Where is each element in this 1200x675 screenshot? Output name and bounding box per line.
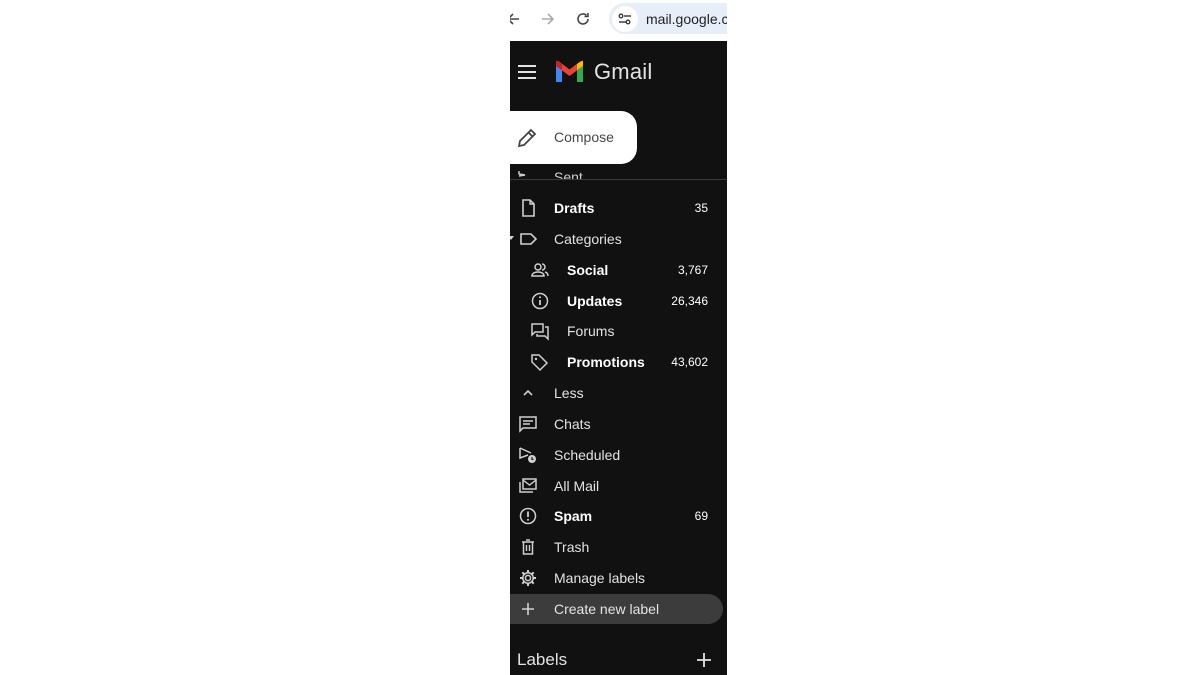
nav-item-count: 26,346 [671, 294, 708, 308]
nav-item-trash[interactable]: Trash [510, 532, 723, 562]
nav-item-label: Categories [554, 231, 622, 247]
nav-item-all-mail[interactable]: All Mail [510, 471, 723, 501]
nav-item-label: Create new label [554, 601, 660, 617]
nav-item-manage-labels[interactable]: Manage labels [510, 563, 723, 593]
trash-icon [522, 539, 534, 555]
main-menu-button[interactable] [516, 61, 538, 83]
expand-caret-icon[interactable] [510, 236, 514, 240]
browser-window: mail.google.com Gmail Compose [510, 0, 727, 675]
nav-item-updates[interactable]: Updates 26,346 [510, 286, 723, 316]
gmail-logo[interactable] [554, 60, 585, 84]
send-icon [518, 171, 526, 177]
forum-icon [531, 323, 549, 341]
plus-icon [522, 603, 534, 615]
spam-icon [519, 507, 537, 525]
plus-icon [697, 653, 711, 667]
nav-item-sent-label: Sent [554, 169, 583, 179]
gear-icon [520, 570, 536, 586]
nav-item-label: Scheduled [554, 447, 621, 463]
nav-item-label: All Mail [554, 478, 600, 494]
back-button[interactable] [510, 8, 524, 30]
nav-item-create-new-label[interactable]: Create new label [510, 594, 723, 624]
nav-item-chats[interactable]: Chats [510, 409, 723, 439]
nav-item-social[interactable]: Social 3,767 [510, 255, 723, 285]
arrow-left-icon [510, 13, 519, 25]
nav-item-scheduled[interactable]: Scheduled [510, 440, 723, 470]
nav-item-count: 3,767 [677, 263, 708, 277]
browser-toolbar: mail.google.com [510, 0, 727, 41]
gmail-logo-icon [556, 60, 583, 82]
add-label-button[interactable] [696, 652, 712, 668]
hamburger-menu-icon [518, 65, 536, 79]
reload-button[interactable] [572, 8, 594, 30]
address-bar[interactable]: mail.google.com [609, 3, 727, 34]
reload-icon [577, 13, 589, 25]
nav-item-label: Promotions [567, 354, 645, 370]
nav-item-label: Updates [567, 293, 623, 309]
scroll-divider [510, 179, 727, 180]
forward-button[interactable] [537, 8, 559, 30]
nav-item-sent[interactable]: Sent [510, 165, 727, 179]
nav-item-forums[interactable]: Forums [510, 316, 723, 346]
nav-item-label: Forums [567, 323, 615, 339]
info-icon [531, 292, 549, 310]
nav-item-categories[interactable]: Categories [510, 224, 723, 254]
nav-item-label: Manage labels [554, 570, 646, 586]
site-settings-button[interactable] [612, 5, 638, 32]
nav-item-count: 43,602 [671, 355, 708, 369]
nav-item-spam[interactable]: Spam 69 [510, 501, 723, 531]
nav-item-count: 35 [694, 201, 708, 215]
nav-item-label: Less [554, 385, 584, 401]
nav-item-label: Drafts [554, 200, 595, 216]
scheduled-send-icon [519, 447, 536, 463]
pencil-icon [517, 128, 537, 148]
nav-item-label: Spam [554, 508, 593, 524]
nav-item-label: Social [567, 262, 609, 278]
gmail-brand: Gmail [594, 59, 653, 84]
gmail-header: Gmail [510, 41, 727, 105]
nav-item-label: Chats [554, 416, 591, 432]
url-text: mail.google.com [646, 10, 727, 27]
tune-icon [618, 13, 631, 24]
draft-file-icon [522, 199, 535, 217]
people-icon [531, 263, 549, 277]
nav-item-count: 69 [694, 509, 708, 523]
chat-icon [519, 416, 537, 433]
gmail-sidebar: Gmail Compose Sent Drafts 35 Categories … [510, 41, 727, 675]
nav-item-less[interactable]: Less [510, 378, 723, 408]
compose-label: Compose [554, 129, 614, 145]
arrow-right-icon [542, 13, 555, 25]
tag-icon [531, 354, 549, 372]
label-outline-icon [520, 233, 538, 245]
nav-item-promotions[interactable]: Promotions 43,602 [510, 347, 723, 377]
all-mail-icon [519, 478, 537, 493]
nav-item-drafts[interactable]: Drafts 35 [510, 193, 723, 223]
chevron-up-icon [523, 389, 533, 396]
nav-item-label: Trash [554, 539, 590, 555]
labels-section-title: Labels [517, 650, 568, 669]
compose-button[interactable]: Compose [510, 111, 637, 164]
